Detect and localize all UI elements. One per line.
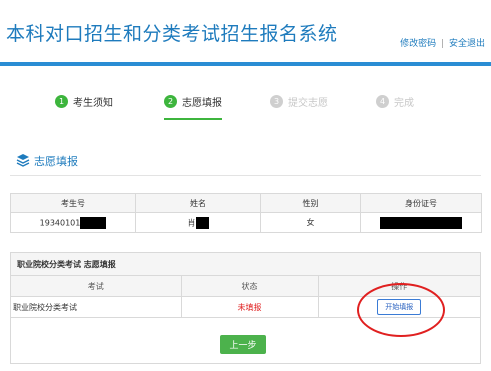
- name-cell: 肖: [135, 212, 261, 233]
- header-divider: [0, 62, 491, 66]
- logout-link[interactable]: 安全退出: [449, 39, 485, 49]
- exam-table: 考试 状态 操作 职业院校分类考试 未填报 开始填报: [11, 276, 480, 318]
- layers-icon: [16, 152, 30, 171]
- column-header-exam-id: 考生号: [10, 193, 136, 213]
- step-1: 1 考生须知: [55, 88, 113, 114]
- exam-name-cell: 职业院校分类考试: [11, 296, 182, 318]
- page-title: 本科对口招生和分类考试招生报名系统: [6, 23, 338, 45]
- column-header-gender: 性别: [260, 193, 361, 213]
- previous-step-button[interactable]: 上一步: [220, 335, 266, 354]
- status-cell: 未填报: [181, 296, 319, 318]
- step-4-label: 完成: [394, 97, 414, 109]
- section-divider: [10, 175, 481, 176]
- step-4-number: 4: [376, 94, 389, 108]
- progress-steps: 1 考生须知 2 志愿填报 3 提交志愿 4 完成: [0, 88, 491, 120]
- column-header-name: 姓名: [135, 193, 261, 213]
- step-2: 2 志愿填报: [164, 88, 222, 120]
- step-1-number: 1: [55, 94, 68, 108]
- exam-id-value: 19340101: [39, 218, 81, 227]
- column-header-action: 操作: [318, 276, 480, 297]
- action-cell: 开始填报: [318, 296, 480, 318]
- exam-table-header-row: 考试 状态 操作: [11, 276, 480, 297]
- table-row: 19340101 肖 女: [10, 212, 482, 233]
- top-links: 修改密码 | 安全退出: [400, 36, 485, 49]
- id-number-cell: [360, 212, 482, 233]
- current-step-underline: [164, 118, 222, 120]
- step-4: 4 完成: [376, 88, 414, 114]
- candidate-info-table: 考生号 姓名 性别 身份证号 19340101 肖 女: [10, 193, 482, 233]
- step-3: 3 提交志愿: [270, 88, 328, 114]
- redaction-bar: [380, 216, 462, 229]
- step-3-label: 提交志愿: [288, 97, 328, 109]
- header: 本科对口招生和分类考试招生报名系统 修改密码 | 安全退出: [0, 0, 491, 62]
- column-header-exam: 考试: [11, 276, 182, 297]
- section-header: 志愿填报: [16, 153, 78, 169]
- column-header-id-number: 身份证号: [360, 193, 482, 213]
- step-2-label: 志愿填报: [182, 97, 222, 109]
- redaction-bar: [195, 216, 209, 229]
- table-header-row: 考生号 姓名 性别 身份证号: [10, 193, 482, 213]
- step-3-number: 3: [270, 94, 283, 108]
- table-row: 职业院校分类考试 未填报 开始填报: [11, 296, 480, 318]
- gender-value: 女: [306, 218, 315, 227]
- name-value: 肖: [187, 218, 196, 227]
- change-password-link[interactable]: 修改密码: [400, 39, 436, 49]
- column-header-status: 状态: [181, 276, 319, 297]
- gender-cell: 女: [260, 212, 361, 233]
- start-filling-button[interactable]: 开始填报: [377, 299, 422, 315]
- step-2-number: 2: [164, 94, 177, 108]
- link-separator: |: [441, 39, 445, 49]
- exam-id-cell: 19340101: [10, 212, 136, 233]
- redaction-bar: [80, 216, 107, 229]
- panel-title: 职业院校分类考试 志愿填报: [11, 253, 480, 276]
- section-title: 志愿填报: [34, 155, 78, 168]
- step-1-label: 考生须知: [73, 97, 113, 109]
